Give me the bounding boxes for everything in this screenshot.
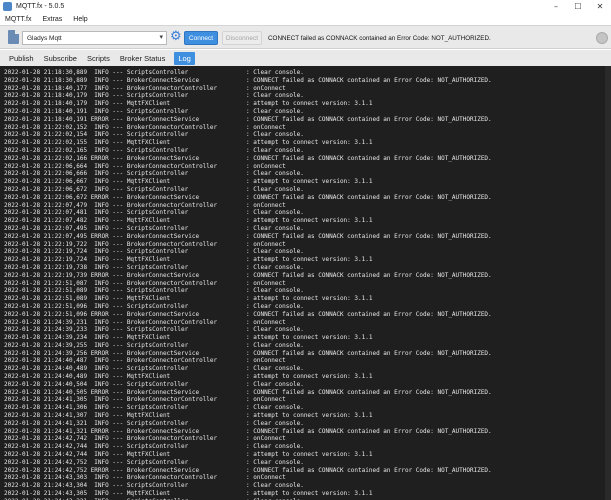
log-line: 2022-01-28 21:18:40,179 INFO --- MqttFXC… <box>4 100 373 108</box>
log-line: 2022-01-28 21:22:19,722 INFO --- BrokerC… <box>4 240 286 248</box>
log-line: 2022-01-28 21:22:19,738 INFO --- Scripts… <box>4 263 304 271</box>
log-line: 2022-01-28 21:24:42,752 ERROR --- Broker… <box>4 466 492 474</box>
log-line: 2022-01-28 21:18:30,889 INFO --- Scripts… <box>4 69 304 76</box>
log-line: 2022-01-28 21:22:06,672 INFO --- Scripts… <box>4 185 304 193</box>
log-line: 2022-01-28 21:22:06,672 ERROR --- Broker… <box>4 193 492 201</box>
tab-log[interactable]: Log <box>174 51 195 65</box>
log-line: 2022-01-28 21:24:41,307 INFO --- MqttFXC… <box>4 412 373 420</box>
window-title: MQTT.fx - 5.0.5 <box>16 3 65 10</box>
window-controls: – ☐ ✕ <box>545 0 611 13</box>
log-line: 2022-01-28 21:22:07,482 INFO --- MqttFXC… <box>4 217 373 225</box>
log-line: 2022-01-28 21:24:40,504 INFO --- Scripts… <box>4 380 304 388</box>
minimize-button[interactable]: – <box>545 0 567 13</box>
profile-select-value: Gladys Mqtt <box>27 34 62 42</box>
log-line: 2022-01-28 21:24:42,744 INFO --- Scripts… <box>4 443 304 451</box>
log-line: 2022-01-28 21:24:41,305 INFO --- BrokerC… <box>4 396 286 404</box>
log-line: 2022-01-28 21:24:42,742 INFO --- BrokerC… <box>4 435 286 443</box>
close-button[interactable]: ✕ <box>589 0 611 13</box>
log-line: 2022-01-28 21:22:06,664 INFO --- BrokerC… <box>4 162 286 170</box>
log-line: 2022-01-28 21:24:43,303 INFO --- BrokerC… <box>4 474 286 482</box>
log-console[interactable]: 2022-01-28 21:18:30,889 INFO --- Scripts… <box>0 66 611 500</box>
log-line: 2022-01-28 21:22:02,154 INFO --- Scripts… <box>4 131 304 139</box>
tab-publish[interactable]: Publish <box>8 52 35 65</box>
log-line: 2022-01-28 21:22:02,152 INFO --- BrokerC… <box>4 123 286 131</box>
log-line: 2022-01-28 21:24:40,487 INFO --- BrokerC… <box>4 357 286 365</box>
log-lines: 2022-01-28 21:18:30,889 INFO --- Scripts… <box>4 69 604 500</box>
tab-subscribe[interactable]: Subscribe <box>43 52 78 65</box>
log-line: 2022-01-28 21:22:06,666 INFO --- Scripts… <box>4 170 304 178</box>
gear-icon[interactable]: ⚙ <box>170 30 182 44</box>
log-line: 2022-01-28 21:22:07,481 INFO --- Scripts… <box>4 209 304 217</box>
log-line: 2022-01-28 21:24:40,505 ERROR --- Broker… <box>4 388 492 396</box>
log-line: 2022-01-28 21:24:43,305 INFO --- MqttFXC… <box>4 490 373 498</box>
log-line: 2022-01-28 21:18:40,179 INFO --- Scripts… <box>4 92 304 100</box>
log-line: 2022-01-28 21:22:19,739 ERROR --- Broker… <box>4 271 492 279</box>
log-line: 2022-01-28 21:18:40,177 INFO --- BrokerC… <box>4 84 286 92</box>
log-line: 2022-01-28 21:22:06,667 INFO --- MqttFXC… <box>4 178 373 186</box>
log-line: 2022-01-28 21:22:02,155 INFO --- MqttFXC… <box>4 139 373 147</box>
log-scrollbar[interactable] <box>605 66 611 500</box>
log-line: 2022-01-28 21:24:39,233 INFO --- Scripts… <box>4 326 304 334</box>
menu-mqttfx[interactable]: MQTT.fx <box>5 16 31 23</box>
menu-extras[interactable]: Extras <box>42 16 62 23</box>
log-line: 2022-01-28 21:24:40,489 INFO --- MqttFXC… <box>4 373 373 381</box>
tab-scripts[interactable]: Scripts <box>86 52 111 65</box>
log-line: 2022-01-28 21:24:41,321 ERROR --- Broker… <box>4 427 492 435</box>
log-line: 2022-01-28 21:24:43,304 INFO --- Scripts… <box>4 482 304 490</box>
log-line: 2022-01-28 21:22:19,724 INFO --- Scripts… <box>4 248 304 256</box>
title-bar: MQTT.fx - 5.0.5 – ☐ ✕ <box>0 0 611 13</box>
log-line: 2022-01-28 21:22:07,495 ERROR --- Broker… <box>4 232 492 240</box>
tab-broker-status[interactable]: Broker Status <box>119 52 166 65</box>
log-line: 2022-01-28 21:18:40,191 ERROR --- Broker… <box>4 115 492 123</box>
connection-status-indicator <box>596 32 608 44</box>
profile-select[interactable]: Gladys Mqtt ▾ <box>22 31 167 45</box>
menu-help[interactable]: Help <box>73 16 87 23</box>
log-line: 2022-01-28 21:24:39,255 INFO --- Scripts… <box>4 341 304 349</box>
log-line: 2022-01-28 21:24:42,752 INFO --- Scripts… <box>4 458 304 466</box>
log-line: 2022-01-28 21:24:39,234 INFO --- MqttFXC… <box>4 334 373 342</box>
app-icon <box>3 2 12 11</box>
log-line: 2022-01-28 21:22:19,724 INFO --- MqttFXC… <box>4 256 373 264</box>
log-line: 2022-01-28 21:24:39,231 INFO --- BrokerC… <box>4 318 286 326</box>
disconnect-button[interactable]: Disconnect <box>222 31 262 45</box>
log-line: 2022-01-28 21:24:40,489 INFO --- Scripts… <box>4 365 304 373</box>
log-line: 2022-01-28 21:22:02,166 ERROR --- Broker… <box>4 154 492 162</box>
log-line: 2022-01-28 21:22:51,096 INFO --- Scripts… <box>4 302 304 310</box>
log-line: 2022-01-28 21:22:07,495 INFO --- Scripts… <box>4 224 304 232</box>
log-line: 2022-01-28 21:22:51,087 INFO --- BrokerC… <box>4 279 286 287</box>
log-line: 2022-01-28 21:24:41,321 INFO --- Scripts… <box>4 419 304 427</box>
chevron-down-icon: ▾ <box>159 33 163 41</box>
log-line: 2022-01-28 21:22:51,089 INFO --- MqttFXC… <box>4 295 373 303</box>
log-line: 2022-01-28 21:18:40,191 INFO --- Scripts… <box>4 107 304 115</box>
log-line: 2022-01-28 21:24:39,256 ERROR --- Broker… <box>4 349 492 357</box>
connect-button[interactable]: Connect <box>184 31 218 45</box>
profile-file-icon[interactable] <box>8 30 19 44</box>
connection-status-text: CONNECT failed as CONNACK contained an E… <box>268 34 491 42</box>
log-line: 2022-01-28 21:22:07,479 INFO --- BrokerC… <box>4 201 286 209</box>
log-line: 2022-01-28 21:24:41,306 INFO --- Scripts… <box>4 404 304 412</box>
log-line: 2022-01-28 21:22:02,165 INFO --- Scripts… <box>4 146 304 154</box>
maximize-button[interactable]: ☐ <box>567 0 589 13</box>
menu-bar: MQTT.fx Extras Help <box>0 13 611 25</box>
log-line: 2022-01-28 21:24:42,744 INFO --- MqttFXC… <box>4 451 373 459</box>
connection-toolbar: Gladys Mqtt ▾ ⚙ Connect Disconnect CONNE… <box>0 25 611 49</box>
main-tabs: Publish Subscribe Scripts Broker Status … <box>0 50 611 66</box>
log-line: 2022-01-28 21:18:30,889 INFO --- BrokerC… <box>4 76 492 84</box>
log-line: 2022-01-28 21:22:51,096 ERROR --- Broker… <box>4 310 492 318</box>
log-line: 2022-01-28 21:22:51,089 INFO --- Scripts… <box>4 287 304 295</box>
